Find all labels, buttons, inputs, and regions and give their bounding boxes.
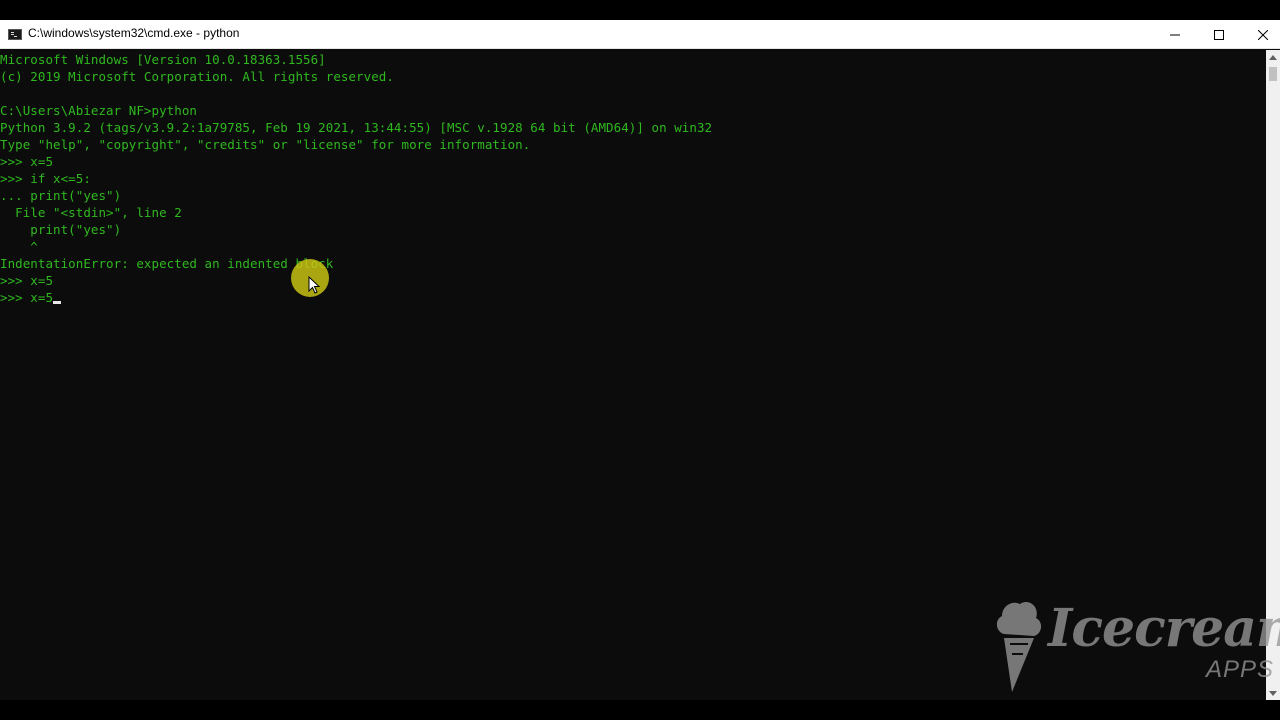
- console-line: Type "help", "copyright", "credits" or "…: [0, 137, 531, 152]
- watermark-brand: Icecream: [1048, 598, 1280, 659]
- console-line: ... print("yes"): [0, 188, 122, 203]
- console-line: print("yes"): [0, 222, 122, 237]
- console-line: (c) 2019 Microsoft Corporation. All righ…: [0, 69, 394, 84]
- letterbox-bottom: [0, 700, 1280, 720]
- icecream-apps-watermark: Icecream APPS: [990, 598, 1280, 698]
- console-line: IndentationError: expected an indented b…: [0, 256, 334, 271]
- console-line: Python 3.9.2 (tags/v3.9.2:1a79785, Feb 1…: [0, 120, 713, 135]
- mouse-pointer-icon: [308, 276, 320, 294]
- console-line: >>> x=5: [0, 273, 54, 288]
- cmd-app-icon[interactable]: [8, 29, 22, 40]
- console-line: >>> if x<=5:: [0, 171, 91, 186]
- console-line: >>> x=5: [0, 154, 54, 169]
- maximize-button[interactable]: [1196, 20, 1242, 49]
- window-title: C:\windows\system32\cmd.exe - python: [28, 26, 240, 40]
- console-line: File "<stdin>", line 2: [0, 205, 182, 220]
- scroll-up-button[interactable]: [1266, 50, 1280, 64]
- minimize-button[interactable]: [1152, 20, 1198, 49]
- ice-cream-cone-icon: [996, 601, 1042, 692]
- console-line: C:\Users\Abiezar NF>python: [0, 103, 197, 118]
- close-icon: [1258, 29, 1268, 40]
- watermark-sub: APPS: [1206, 656, 1275, 683]
- scroll-thumb[interactable]: [1269, 67, 1277, 81]
- maximize-icon: [1214, 29, 1224, 40]
- title-bar[interactable]: C:\windows\system32\cmd.exe - python: [0, 20, 1280, 49]
- minimize-icon: [1170, 34, 1180, 35]
- console-input-line[interactable]: >>> x=5: [0, 289, 1266, 306]
- close-button[interactable]: [1240, 20, 1280, 49]
- screen: C:\windows\system32\cmd.exe - python Mic…: [0, 0, 1280, 720]
- console-line: ^: [0, 239, 38, 254]
- letterbox-top: [0, 0, 1280, 20]
- console-line: Microsoft Windows [Version 10.0.18363.15…: [0, 52, 326, 67]
- console-current-input: >>> x=5: [0, 290, 54, 305]
- arrow-up-icon: [1269, 54, 1277, 60]
- text-cursor: [53, 301, 62, 304]
